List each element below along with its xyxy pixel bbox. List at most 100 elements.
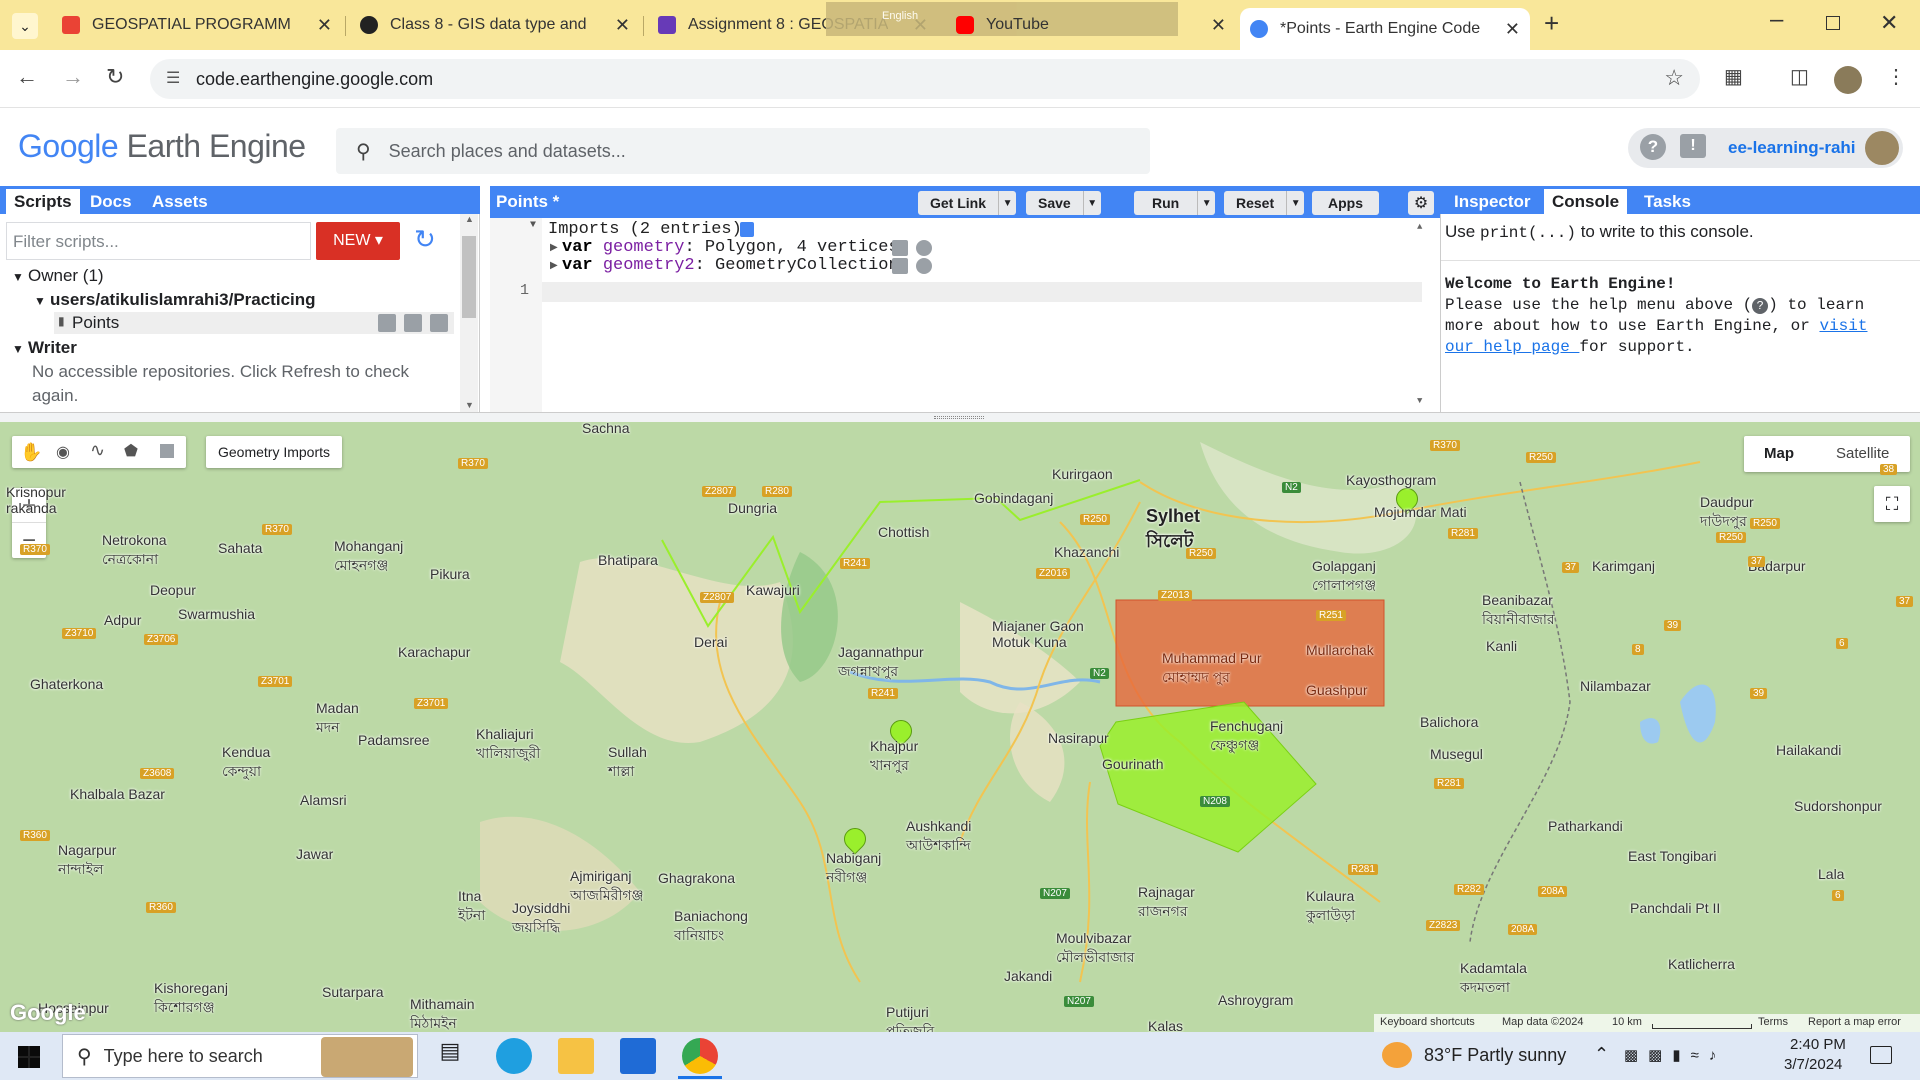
clock-time[interactable]: 2:40 PM [1790,1036,1846,1053]
close-icon[interactable]: ✕ [1505,19,1520,40]
sidepanel-icon[interactable]: ◫ [1790,64,1809,89]
restore-icon[interactable] [1826,16,1840,30]
editor-scrollbar[interactable]: ▲ ▼ [1414,218,1430,412]
settings-gear-icon[interactable]: ⚙ [1408,191,1434,215]
close-icon[interactable]: ✕ [1211,15,1226,36]
windows-start-icon[interactable] [18,1046,40,1068]
earth-engine-logo[interactable]: Google Earth Engine [18,128,306,165]
pan-hand-icon[interactable]: ✋ [20,442,42,463]
reload-icon[interactable]: ↻ [106,64,124,90]
user-chip[interactable]: ? ! ee-learning-rahi [1628,128,1903,168]
minimize-icon[interactable]: – [1770,6,1783,34]
tab-docs[interactable]: Docs [82,189,140,214]
extensions-icon[interactable]: ▦ [1724,64,1743,89]
geometry-imports-button[interactable]: Geometry Imports [206,436,342,468]
script-file-row[interactable]: ▮ Points [54,312,454,334]
map-type-map-button[interactable]: Map [1764,445,1794,462]
mail-icon[interactable] [620,1038,656,1074]
weather-text[interactable]: 83°F Partly sunny [1424,1045,1566,1066]
tray-icons[interactable]: ▩▩▮≈♪ [1624,1046,1726,1064]
writer-group-label[interactable]: Writer [28,338,77,358]
dropdown-arrow-icon[interactable]: ▼ [1286,191,1304,215]
dropdown-arrow-icon[interactable]: ▼ [1082,191,1101,215]
import-delete-icon[interactable] [916,240,932,256]
url-field[interactable]: ☰ code.earthengine.google.com ☆ [150,59,1700,99]
user-avatar[interactable] [1865,131,1899,165]
scale-label[interactable]: 10 km [1612,1016,1642,1028]
visit-link[interactable]: visit [1819,317,1867,335]
report-error-link[interactable]: Report a map error [1808,1016,1901,1028]
expand-arrow-icon[interactable]: ▶ [550,260,558,272]
edit-icon[interactable] [404,314,422,332]
expand-arrow-icon[interactable]: ▶ [550,242,558,254]
keyboard-shortcuts-link[interactable]: Keyboard shortcuts [1380,1016,1475,1028]
line-tool-icon[interactable]: ∿ [90,440,105,461]
refresh-icon[interactable]: ↻ [414,224,436,255]
close-icon[interactable]: ✕ [317,15,332,36]
browser-tab-3[interactable]: YouTube ✕ [946,6,1236,44]
owner-group-label[interactable]: Owner (1) [28,266,104,286]
new-tab-icon[interactable]: + [1544,8,1559,39]
profile-avatar[interactable] [1834,66,1862,94]
scripts-scrollbar[interactable]: ▲ ▼ [460,214,478,412]
weather-icon[interactable] [1382,1042,1412,1068]
help-icon[interactable]: ? [1640,134,1666,160]
expand-arrow-icon[interactable]: ▼ [34,294,46,308]
tray-chevron-icon[interactable]: ⌃ [1594,1044,1609,1065]
browser-tab-4[interactable]: *Points - Earth Engine Code Edi ✕ [1240,8,1530,50]
task-view-icon[interactable]: ▤ [432,1038,468,1074]
map-type-satellite-button[interactable]: Satellite [1836,445,1889,462]
delete-icon[interactable] [430,314,448,332]
forward-icon[interactable]: → [62,64,84,90]
tab-scripts[interactable]: Scripts [6,189,80,214]
fullscreen-icon[interactable]: ⛶ [1874,486,1910,522]
reset-button[interactable]: Reset ▼ [1224,191,1305,215]
apps-button[interactable]: Apps [1312,191,1379,215]
tab-assets[interactable]: Assets [144,189,216,214]
expand-arrow-icon[interactable]: ▼ [12,270,24,284]
imports-label[interactable]: Imports (2 entries) [548,220,742,239]
import-settings-icon[interactable] [892,258,908,274]
browser-tab-0[interactable]: GEOSPATIAL PROGRAMMING C ✕ [52,6,342,44]
polygon-tool-icon[interactable]: ⬟ [124,441,138,461]
import-row-geometry[interactable]: var geometry: Polygon, 4 vertices [562,238,899,257]
site-info-icon[interactable]: ☰ [166,68,180,88]
import-row-geometry2[interactable]: var geometry2: GeometryCollection [562,256,899,275]
collapse-arrow-icon[interactable]: ▼ [530,220,536,231]
map-splitter[interactable] [0,412,1920,422]
marker-tool-icon[interactable]: ◉ [56,442,70,462]
back-icon[interactable]: ← [16,64,38,90]
help-page-link[interactable]: our help page [1445,338,1579,356]
imports-doc-icon[interactable] [740,222,754,237]
import-delete-icon[interactable] [916,258,932,274]
browser-tab-1[interactable]: Class 8 - GIS data type and vect ✕ [350,6,640,44]
notifications-icon[interactable] [1870,1046,1892,1064]
rectangle-tool-icon[interactable] [160,444,174,458]
expand-arrow-icon[interactable]: ▼ [12,342,24,356]
window-close-icon[interactable]: ✕ [1880,10,1898,36]
run-button[interactable]: Run ▼ [1134,191,1216,215]
tab-search-icon[interactable]: ⌄ [12,13,38,39]
feedback-icon[interactable]: ! [1680,134,1706,158]
tab-inspector[interactable]: Inspector [1446,189,1539,214]
dropdown-arrow-icon[interactable]: ▼ [1197,191,1215,215]
taskbar-search-input[interactable]: ⚲ Type here to search [62,1034,418,1078]
bookmark-star-icon[interactable]: ☆ [1664,65,1684,91]
save-button[interactable]: Save ▼ [1026,191,1101,215]
tab-tasks[interactable]: Tasks [1636,189,1699,214]
file-explorer-icon[interactable] [558,1038,594,1074]
code-editor[interactable]: ▼ Imports (2 entries) ▶ var geometry: Po… [490,218,1440,412]
import-settings-icon[interactable] [892,240,908,256]
clock-date[interactable]: 3/7/2024 [1784,1056,1842,1073]
places-search-input[interactable]: ⚲ Search places and datasets... [336,128,1150,174]
chrome-icon[interactable] [682,1038,718,1074]
edge-icon[interactable] [496,1038,532,1074]
repo-label[interactable]: users/atikulislamrahi3/Practicing [50,290,316,310]
get-link-button[interactable]: Get Link ▼ [918,191,1017,215]
new-script-button[interactable]: NEW ▾ [316,222,400,260]
browser-menu-icon[interactable]: ⋮ [1886,64,1906,89]
filter-scripts-input[interactable]: Filter scripts... [6,222,311,260]
history-icon[interactable] [378,314,396,332]
close-icon[interactable]: ✕ [615,15,630,36]
terms-link[interactable]: Terms [1758,1016,1788,1028]
